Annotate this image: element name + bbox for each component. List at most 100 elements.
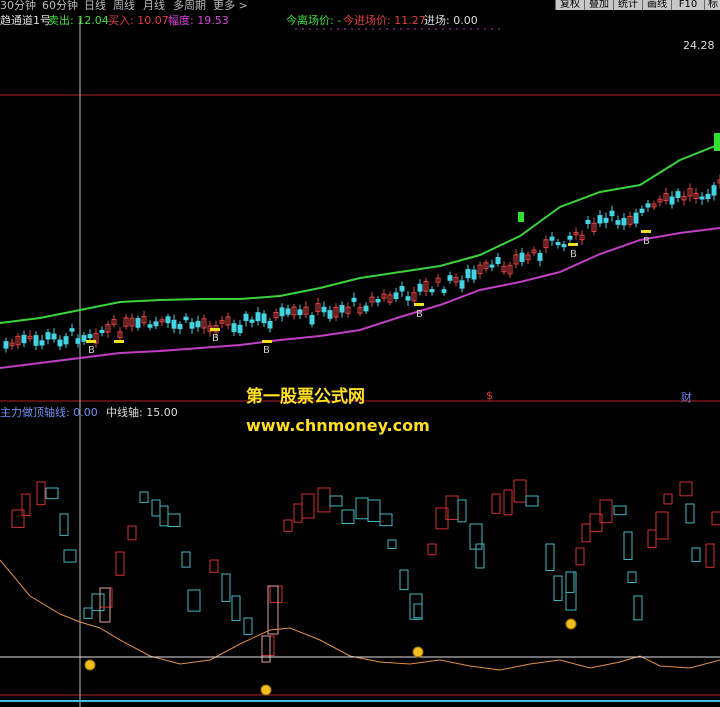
sub-bar (367, 499, 381, 523)
sub-bar (221, 573, 231, 602)
buy-label: B (643, 236, 650, 247)
sub-bar (83, 607, 93, 619)
candle-body (231, 323, 237, 333)
sub-bar (355, 497, 369, 520)
candle-body (399, 286, 405, 292)
sub-bar (115, 551, 125, 576)
candle-body (339, 305, 345, 313)
candle-body (567, 235, 573, 240)
candle-body (714, 133, 720, 151)
top-dot (295, 28, 297, 30)
sub-bar (705, 543, 715, 568)
buy-label: B (88, 345, 95, 356)
candle-body (351, 297, 357, 302)
sub-bar (581, 523, 591, 543)
candle-body (297, 309, 303, 316)
top-dot (358, 28, 360, 30)
upper-band-line (0, 143, 720, 324)
candle-body (33, 335, 39, 346)
candle-body (69, 328, 75, 332)
candle-body (87, 334, 93, 339)
candle-body (51, 333, 57, 340)
sub-indicator-group (11, 479, 720, 663)
sub-bar (261, 635, 275, 657)
top-dot (337, 28, 339, 30)
candle-body (153, 321, 159, 327)
sub-mid-legend: 中线轴: 15.00 (106, 406, 178, 419)
candle-body (327, 310, 333, 319)
buy-marker-bar (641, 230, 651, 233)
sub-bar (36, 481, 46, 506)
sub-bar (293, 503, 303, 523)
top-dot (484, 28, 486, 30)
candle-body (675, 191, 681, 199)
sub-bar (301, 493, 315, 519)
candle-body (417, 283, 423, 292)
candle-body (285, 308, 291, 315)
sub-bar (231, 595, 241, 622)
watermark-title: 第一股票公式网 (246, 387, 365, 407)
sub-bar (545, 543, 555, 571)
candle-body (459, 280, 465, 289)
candle-body (405, 296, 411, 301)
candle-body (609, 210, 615, 217)
sub-bar (21, 493, 31, 517)
buy-marker-bar (86, 340, 96, 343)
candle-body (39, 340, 45, 346)
candle-body (147, 324, 153, 328)
buy-marker-bar (262, 340, 272, 343)
candle-body (705, 193, 711, 200)
candle-body (471, 269, 477, 280)
candle-body (537, 252, 543, 261)
sub-bar (457, 499, 467, 523)
sub-bar (63, 549, 77, 563)
sub-bar (685, 503, 695, 524)
sub-axis-legend: 主力做顶轴线: 0.00 (0, 406, 98, 419)
candle-body (237, 324, 243, 334)
candle-body (518, 212, 524, 222)
top-dot (463, 28, 465, 30)
candle-body (45, 332, 51, 340)
buy-label: B (212, 333, 219, 344)
candle-body (195, 320, 201, 328)
sub-bar (525, 495, 539, 507)
chart-window: 30分钟 60分钟 日线 周线 月线 多周期 更多 > 复权 叠加 统计 画线 … (0, 0, 720, 707)
sub-bar (663, 493, 673, 505)
candle-body (267, 320, 273, 329)
sub-bar (139, 491, 149, 503)
sub-bar (623, 531, 633, 560)
top-dot (435, 28, 437, 30)
coin-marker (84, 659, 96, 671)
top-dot (491, 28, 493, 30)
sub-bar (151, 499, 161, 517)
buy-marker-bar (414, 303, 424, 306)
candle-body (75, 338, 81, 344)
sub-bar (627, 571, 637, 583)
sub-bar (409, 593, 423, 620)
candle-body (621, 217, 627, 226)
top-dot (302, 28, 304, 30)
cai-marker: 财 (681, 391, 692, 404)
coin-marker (412, 646, 424, 658)
sub-bar (491, 493, 501, 514)
sub-bar (181, 551, 191, 568)
candle-body (489, 264, 495, 268)
sub-bar (243, 617, 253, 635)
sub-bar (209, 559, 219, 573)
top-dot (379, 28, 381, 30)
top-dot (421, 28, 423, 30)
candle-body (3, 341, 9, 349)
top-dot (477, 28, 479, 30)
watermark-url: www.chnmoney.com (246, 416, 430, 435)
sub-bar (633, 595, 643, 621)
sub-bar (513, 479, 527, 503)
candle-body (447, 275, 453, 281)
sub-bar (655, 511, 669, 540)
sub-bar (553, 575, 563, 601)
top-dot (330, 28, 332, 30)
candle-body (171, 319, 177, 329)
candle-body (429, 289, 435, 293)
lower-band-line (0, 227, 720, 369)
candle-body (441, 289, 447, 293)
buy-label: B (416, 309, 423, 320)
